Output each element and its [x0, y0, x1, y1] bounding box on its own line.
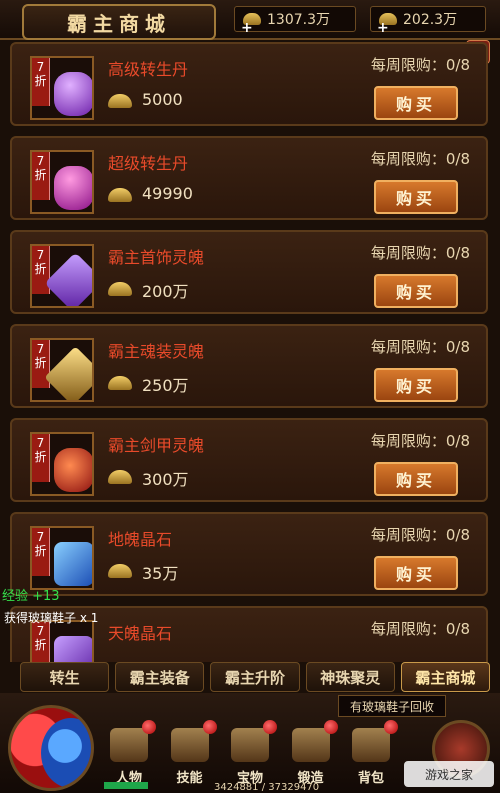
ingot-icon [108, 470, 132, 484]
tab-shop[interactable]: 霸主商城 [400, 662, 491, 692]
item-icon-frame: 7折 [30, 338, 94, 402]
item-price: 5000 [142, 90, 183, 109]
tab-rebirth[interactable]: 转生 [20, 662, 110, 692]
currency-1-value: 1307.3万 [267, 12, 330, 28]
menu-treasure[interactable]: 宝物 [221, 718, 279, 790]
item-price: 300万 [142, 470, 189, 489]
purchase-limit: 每周限购：0/8 [370, 244, 470, 262]
ingot-icon [108, 564, 132, 578]
top-bar: 霸主商城 + 1307.3万 + 202.3万 [0, 0, 500, 40]
menu-bag[interactable]: 背包 [342, 718, 400, 790]
ingot-icon [108, 376, 132, 390]
discount-badge: 7折 [32, 58, 50, 106]
purchase-limit: 每周限购：0/8 [370, 56, 470, 74]
notification-dot [263, 720, 277, 734]
item-name: 超级转生丹 [108, 154, 189, 173]
shop-item: 7折 超级转生丹 49990 每周限购：0/8 购买 [10, 136, 488, 220]
shop-list[interactable]: 7折 高级转生丹 5000 每周限购：0/8 购买 7折 超级转生丹 49990… [10, 42, 490, 662]
loot-notice: 获得玻璃鞋子 x 1 [4, 611, 99, 625]
discount-badge: 7折 [32, 622, 50, 662]
item-icon-frame: 7折 [30, 620, 94, 662]
discount-badge: 7折 [32, 152, 50, 200]
fire-orb-icon [54, 448, 92, 492]
tab-upgrade[interactable]: 霸主升阶 [210, 662, 300, 692]
item-name: 霸主魂装灵魄 [108, 342, 205, 361]
purchase-limit: 每周限购：0/8 [370, 526, 470, 544]
currency-1: + 1307.3万 [234, 6, 356, 36]
tab-equipment[interactable]: 霸主装备 [115, 662, 205, 692]
menu-skills[interactable]: 技能 [161, 718, 219, 790]
item-name: 地魄晶石 [108, 530, 173, 549]
item-price: 49990 [142, 184, 193, 203]
crystal-icon [44, 252, 92, 306]
purple-crystal-icon [54, 636, 92, 662]
purchase-limit: 每周限购：0/8 [370, 338, 470, 356]
currency-2-value: 202.3万 [403, 12, 458, 28]
menu-forge[interactable]: 锻造 [282, 718, 340, 790]
buy-button[interactable]: 购买 [374, 86, 458, 120]
buy-button[interactable]: 购买 [374, 180, 458, 214]
item-price: 35万 [142, 564, 179, 583]
treasure-icon [231, 728, 269, 762]
buy-button[interactable]: 购买 [374, 274, 458, 308]
bottom-menu: 人物 技能 宝物 锻造 背包 [100, 718, 400, 790]
exp-status: 3424881 / 37329470 [214, 782, 320, 793]
menu-label: 背包 [357, 771, 384, 786]
ingot-icon [108, 94, 132, 108]
coin-icon: + [241, 13, 261, 36]
item-name: 天魄晶石 [108, 624, 173, 643]
item-name: 高级转生丹 [108, 60, 189, 79]
scroll-icon [170, 728, 209, 762]
item-icon-frame: 7折 [30, 150, 94, 214]
purchase-limit: 每周限购：0/8 [370, 432, 470, 450]
helmet-icon [110, 728, 148, 762]
shop-tabs: 转生 霸主装备 霸主升阶 神珠聚灵 霸主商城 [20, 662, 491, 692]
item-icon-frame: 7折 [30, 432, 94, 496]
item-price: 250万 [142, 376, 189, 395]
ingot-icon [108, 282, 132, 296]
item-icon-frame: 7折 [30, 244, 94, 308]
shop-item: 7折 霸主魂装灵魄 250万 每周限购：0/8 购买 [10, 324, 488, 408]
notification-dot [323, 720, 338, 734]
bag-icon [352, 728, 390, 762]
item-price: 200万 [142, 282, 189, 301]
currency-2: + 202.3万 [370, 6, 486, 36]
shop-item: 7折 地魄晶石 35万 每周限购：0/8 购买 [10, 512, 488, 596]
purchase-limit: 每周限购：0/8 [370, 620, 470, 638]
discount-badge: 7折 [32, 528, 50, 576]
notification-dot [142, 720, 156, 734]
mp-orb [41, 718, 91, 788]
blue-crystal-icon [54, 542, 92, 586]
menu-character[interactable]: 人物 [100, 718, 158, 790]
item-name: 霸主剑甲灵魄 [108, 436, 205, 455]
recycle-tooltip: 有玻璃鞋子回收 [338, 695, 446, 717]
ingot-icon: + [377, 13, 397, 36]
buy-button[interactable]: 购买 [374, 462, 458, 496]
page-title: 霸主商城 [22, 4, 216, 40]
buy-button[interactable]: 购买 [374, 368, 458, 402]
discount-badge: 7折 [32, 434, 50, 482]
purchase-limit: 每周限购：0/8 [370, 150, 470, 168]
hp-mp-orb [8, 705, 94, 791]
item-icon-frame: 7折 [30, 526, 94, 590]
buy-button[interactable]: 购买 [374, 556, 458, 590]
item-name: 霸主首饰灵魄 [108, 248, 205, 267]
shop-item: 7折 霸主剑甲灵魄 300万 每周限购：0/8 购买 [10, 418, 488, 502]
menu-label: 技能 [176, 771, 203, 786]
notification-dot [202, 720, 217, 734]
item-icon-frame: 7折 [30, 56, 94, 120]
exp-bar [104, 782, 148, 789]
egg-icon [54, 72, 92, 116]
shop-item: 7折 高级转生丹 5000 每周限购：0/8 购买 [10, 42, 488, 126]
exp-notice: 经验 +13 [2, 589, 60, 604]
shop-item: 7折 霸主首饰灵魄 200万 每周限购：0/8 购买 [10, 230, 488, 314]
gold-crystal-icon [44, 346, 92, 400]
notification-dot [384, 720, 398, 734]
ingot-icon [108, 188, 132, 202]
tab-orb-spirit[interactable]: 神珠聚灵 [305, 662, 395, 692]
pill-icon [54, 166, 92, 210]
watermark: 游戏之家 [404, 761, 494, 787]
anvil-icon [291, 728, 330, 762]
